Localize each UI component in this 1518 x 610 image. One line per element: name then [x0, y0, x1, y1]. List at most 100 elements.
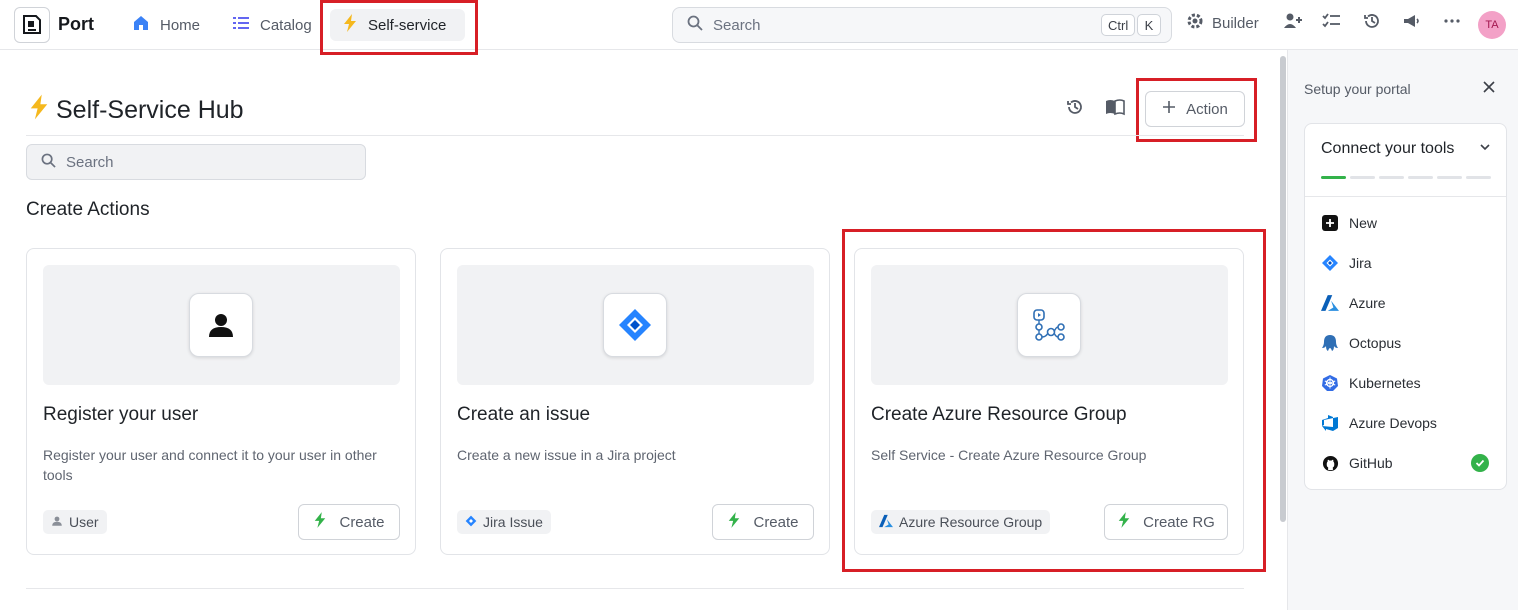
card-divider	[1305, 196, 1506, 197]
action-card-create-issue[interactable]: Create an issue Create a new issue in a …	[440, 248, 830, 555]
global-search-placeholder: Search	[713, 16, 761, 34]
search-icon	[41, 153, 56, 172]
shortcut-key-ctrl: Ctrl	[1101, 14, 1136, 36]
close-icon	[1483, 80, 1495, 98]
jira-icon	[603, 293, 667, 357]
chevron-down-icon	[1480, 139, 1490, 157]
create-button[interactable]: Create	[298, 504, 400, 540]
card-description: Create a new issue in a Jira project	[457, 447, 676, 463]
tool-item-azure[interactable]: Azure	[1321, 293, 1386, 313]
tool-label: Octopus	[1349, 335, 1402, 351]
tool-item-new[interactable]: New	[1321, 213, 1377, 233]
top-navigation-bar: Port Home Catalog Self-service Search Ct…	[0, 0, 1518, 55]
bottom-divider	[26, 588, 1244, 589]
more-dots-icon	[1443, 12, 1461, 34]
nav-catalog[interactable]: Catalog	[220, 9, 324, 41]
history-button[interactable]	[1363, 12, 1381, 34]
highlight-azure-card	[842, 229, 1266, 572]
actions-search-placeholder: Search	[66, 153, 114, 171]
megaphone-icon	[1402, 12, 1422, 34]
card-banner	[43, 265, 400, 385]
main-scrollbar[interactable]	[1280, 56, 1286, 522]
docs-button[interactable]	[1103, 97, 1127, 121]
tool-item-octopus[interactable]: Octopus	[1321, 333, 1401, 353]
connect-tools-title: Connect your tools	[1321, 140, 1455, 157]
tasks-button[interactable]	[1322, 12, 1342, 34]
blueprint-tag: Jira Issue	[457, 510, 551, 534]
blueprint-tag-label: Jira Issue	[483, 514, 543, 530]
connected-check-icon	[1471, 454, 1489, 472]
page-title: Self-Service Hub	[28, 93, 244, 128]
home-icon	[132, 14, 150, 36]
user-avatar[interactable]: TA	[1478, 11, 1506, 39]
azure-icon	[1321, 294, 1339, 312]
progress-segment	[1379, 176, 1404, 179]
user-icon	[189, 293, 253, 357]
create-button[interactable]: Create	[712, 504, 814, 540]
panel-title: Setup your portal	[1304, 81, 1411, 97]
card-banner	[457, 265, 814, 385]
app-name: Port	[58, 14, 94, 34]
history-icon	[1363, 12, 1381, 34]
github-icon	[1321, 454, 1339, 472]
azure-devops-icon	[1321, 414, 1339, 432]
collapse-toggle[interactable]	[1477, 140, 1493, 156]
catalog-list-icon	[232, 14, 250, 36]
invite-user-button[interactable]	[1283, 12, 1303, 34]
announcements-button[interactable]	[1402, 12, 1422, 34]
checklist-icon	[1322, 12, 1342, 34]
card-title: Register your user	[43, 404, 199, 425]
user-small-icon	[51, 514, 63, 530]
builder-button[interactable]: Builder	[1186, 12, 1259, 34]
octopus-icon	[1321, 334, 1339, 352]
setup-portal-panel: Setup your portal Connect your tools New…	[1287, 50, 1518, 610]
jira-icon	[465, 514, 477, 530]
tool-label: Azure	[1349, 295, 1386, 311]
tool-label: Azure Devops	[1349, 415, 1437, 431]
card-title: Create an issue	[457, 404, 591, 425]
create-button-label: Create	[339, 513, 385, 531]
tool-label: Jira	[1349, 255, 1372, 271]
gear-icon	[1186, 12, 1204, 34]
search-icon	[687, 15, 703, 35]
title-divider	[26, 135, 1244, 136]
kubernetes-icon	[1321, 374, 1339, 392]
history-icon	[1066, 98, 1084, 121]
tool-item-jira[interactable]: Jira	[1321, 253, 1372, 273]
tool-item-kubernetes[interactable]: Kubernetes	[1321, 373, 1421, 393]
tool-label: Kubernetes	[1349, 375, 1421, 391]
lightning-icon	[313, 512, 327, 532]
highlight-action-button	[1136, 78, 1257, 142]
global-search-input[interactable]: Search Ctrl K	[672, 7, 1172, 43]
more-menu-button[interactable]	[1443, 12, 1461, 34]
open-book-icon	[1105, 98, 1125, 121]
nav-home-label: Home	[160, 16, 201, 34]
highlight-self-service	[320, 0, 478, 55]
setup-progress-bar	[1321, 176, 1491, 179]
nav-home[interactable]: Home	[120, 9, 212, 41]
plus-square-icon	[1321, 214, 1339, 232]
tool-item-azure-devops[interactable]: Azure Devops	[1321, 413, 1437, 433]
jira-icon	[1321, 254, 1339, 272]
lightning-icon	[727, 512, 741, 532]
progress-segment	[1466, 176, 1491, 179]
lightning-icon	[28, 93, 50, 128]
runs-history-button[interactable]	[1063, 97, 1087, 121]
progress-segment	[1408, 176, 1433, 179]
builder-label: Builder	[1212, 14, 1259, 32]
card-description: Register your user and connect it to you…	[43, 447, 377, 483]
blueprint-tag-label: User	[69, 514, 99, 530]
page-title-text: Self-Service Hub	[56, 96, 244, 124]
port-logo[interactable]	[14, 7, 50, 43]
actions-search-input[interactable]: Search	[26, 144, 366, 180]
blueprint-tag: User	[43, 510, 107, 534]
progress-segment	[1437, 176, 1462, 179]
shortcut-key-k: K	[1137, 14, 1161, 36]
add-user-icon	[1283, 12, 1303, 34]
close-panel-button[interactable]	[1480, 80, 1498, 98]
tool-label: New	[1349, 215, 1378, 231]
section-title: Create Actions	[26, 199, 150, 220]
create-button-label: Create	[753, 513, 799, 531]
action-card-register-user[interactable]: Register your user Register your user an…	[26, 248, 416, 555]
tool-item-github[interactable]: GitHub	[1321, 453, 1393, 473]
